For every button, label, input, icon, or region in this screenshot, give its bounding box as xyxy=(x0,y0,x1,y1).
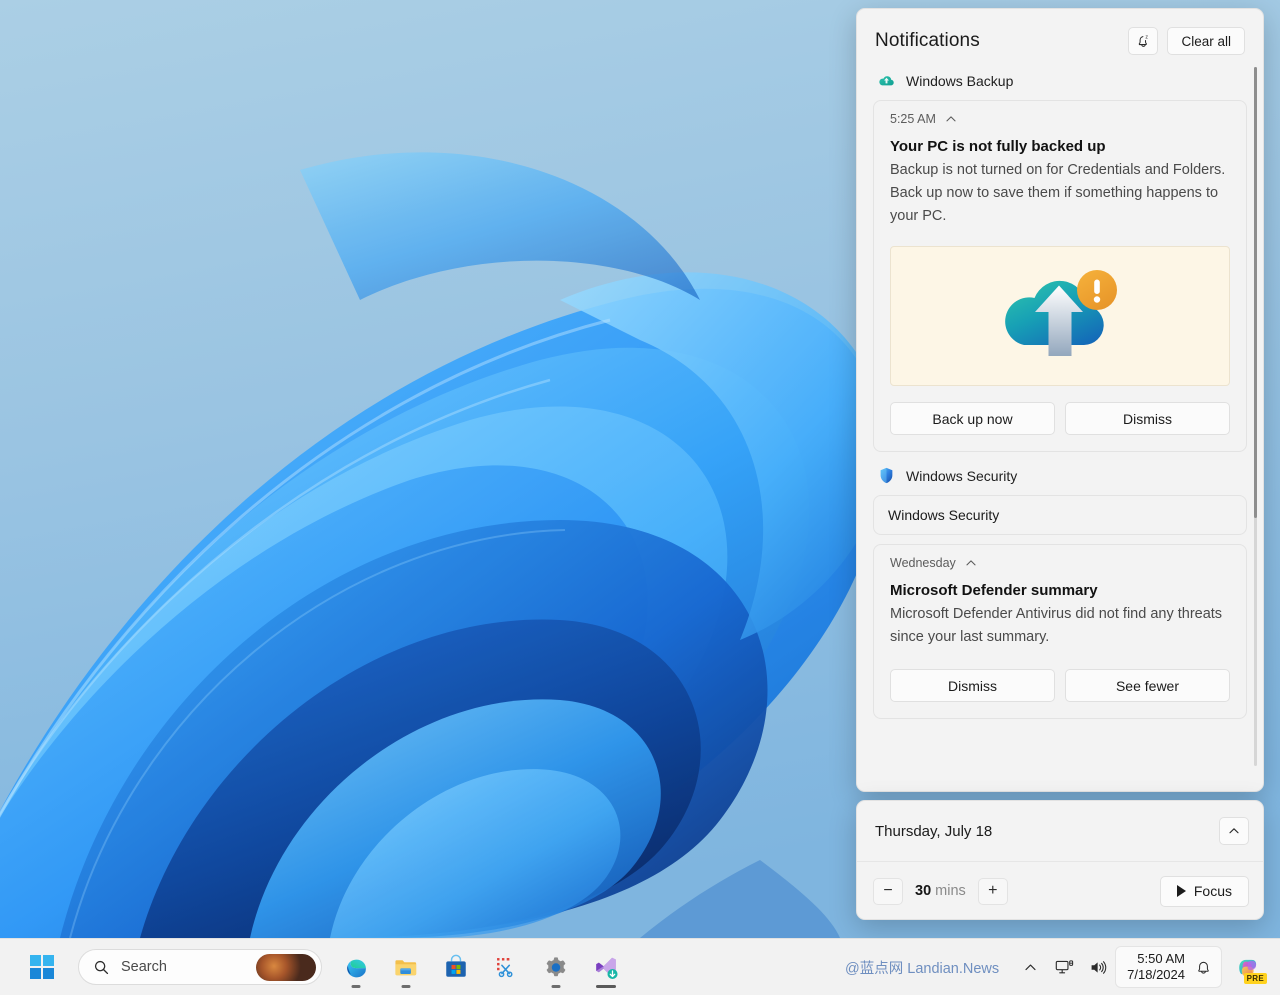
app-group-label: Windows Security xyxy=(906,468,1017,484)
dismiss-button[interactable]: Dismiss xyxy=(1065,402,1230,435)
notification-title: Microsoft Defender summary xyxy=(890,580,1230,602)
calendar-focus-panel: Thursday, July 18 − 30 mins + Focus xyxy=(856,800,1264,920)
notification-meta: Wednesday xyxy=(874,545,1246,572)
chevron-up-icon xyxy=(1023,960,1038,975)
speaker-icon xyxy=(1088,958,1109,977)
taskbar-app-visual-studio[interactable] xyxy=(584,945,628,989)
search-input[interactable]: Search xyxy=(78,949,322,985)
clock-time: 5:50 AM xyxy=(1137,951,1185,967)
notification-scrollbar-thumb[interactable] xyxy=(1254,67,1257,518)
taskbar-active-indicator xyxy=(596,985,616,988)
windows-logo-icon xyxy=(30,955,55,980)
notification-card-security-plain[interactable]: Windows Security xyxy=(873,495,1247,535)
show-hidden-icons-button[interactable] xyxy=(1013,947,1047,987)
focus-increase-button[interactable]: + xyxy=(978,878,1008,905)
notification-text: Backup is not turned on for Credentials … xyxy=(890,159,1230,228)
app-group-header-windows-backup: Windows Backup xyxy=(873,63,1247,100)
bell-snooze-icon: z xyxy=(1135,33,1152,50)
copilot-preview-badge: PRE xyxy=(1244,973,1267,984)
see-fewer-button[interactable]: See fewer xyxy=(1065,669,1230,702)
visual-studio-icon xyxy=(593,954,619,980)
bing-daily-image-thumbnail[interactable] xyxy=(256,954,316,981)
focus-duration-unit: mins xyxy=(935,883,966,899)
bell-icon xyxy=(1195,959,1212,976)
cloud-upload-warning-illustration xyxy=(985,257,1135,375)
clear-all-button[interactable]: Clear all xyxy=(1167,27,1245,55)
focus-duration-stepper: − 30 mins + xyxy=(873,878,1008,905)
dismiss-button[interactable]: Dismiss xyxy=(890,669,1055,702)
calendar-collapse-button[interactable] xyxy=(1219,817,1249,845)
focus-button-label: Focus xyxy=(1194,883,1232,899)
settings-gear-icon xyxy=(543,954,569,980)
clock-date: 7/18/2024 xyxy=(1127,967,1185,983)
focus-duration-number: 30 xyxy=(915,883,931,899)
notification-actions: Back up now Dismiss xyxy=(874,386,1246,451)
notification-card-defender[interactable]: Wednesday Microsoft Defender summary Mic… xyxy=(873,544,1247,719)
taskbar-running-indicator xyxy=(402,985,411,988)
search-icon xyxy=(93,959,110,976)
taskbar-running-indicator xyxy=(552,985,561,988)
notification-body: Microsoft Defender summary Microsoft Def… xyxy=(874,572,1246,653)
notification-meta: 5:25 AM xyxy=(874,101,1246,128)
notification-text: Microsoft Defender Antivirus did not fin… xyxy=(890,603,1230,649)
taskbar-app-microsoft-store[interactable] xyxy=(434,945,478,989)
notification-center-header-actions: z Clear all xyxy=(1128,27,1245,55)
shield-icon xyxy=(877,466,896,485)
start-focus-session-button[interactable]: Focus xyxy=(1160,876,1249,907)
snipping-tool-icon xyxy=(493,954,519,980)
chevron-up-icon xyxy=(1227,824,1241,838)
volume-button[interactable] xyxy=(1081,947,1115,987)
calendar-date: Thursday, July 18 xyxy=(875,823,992,840)
notification-center-header: Notifications z Clear all xyxy=(857,9,1263,63)
taskbar: Search xyxy=(0,938,1280,995)
taskbar-left: Search xyxy=(0,946,322,988)
play-icon xyxy=(1177,885,1186,897)
notification-card-backup[interactable]: 5:25 AM Your PC is not fully backed up B… xyxy=(873,100,1247,452)
notification-title: Your PC is not fully backed up xyxy=(890,136,1230,158)
taskbar-system-tray: @蓝点网 Landian.News xyxy=(845,945,1280,989)
chevron-up-icon[interactable] xyxy=(944,112,958,126)
focus-decrease-button[interactable]: − xyxy=(873,878,903,905)
back-up-now-button[interactable]: Back up now xyxy=(890,402,1055,435)
focus-duration-value: 30 mins xyxy=(915,883,966,899)
app-group-label: Windows Backup xyxy=(906,73,1013,89)
taskbar-app-microsoft-edge[interactable] xyxy=(334,945,378,989)
watermark-text: @蓝点网 Landian.News xyxy=(845,957,999,978)
copilot-button[interactable]: PRE xyxy=(1226,945,1270,989)
microsoft-store-icon xyxy=(443,954,469,980)
focus-session-row: − 30 mins + Focus xyxy=(857,862,1263,920)
chevron-up-icon[interactable] xyxy=(964,556,978,570)
notification-list-scroll-area[interactable]: Windows Backup 5:25 AM Your PC is not fu… xyxy=(857,63,1263,791)
taskbar-app-file-explorer[interactable] xyxy=(384,945,428,989)
notification-center-panel: Notifications z Clear all xyxy=(856,8,1264,792)
edge-icon xyxy=(343,954,369,980)
taskbar-app-settings[interactable] xyxy=(534,945,578,989)
page-title: Notifications xyxy=(875,30,980,52)
network-icon xyxy=(1054,958,1075,977)
clock-and-notifications-button[interactable]: 5:50 AM 7/18/2024 xyxy=(1115,946,1222,988)
svg-text:z: z xyxy=(1145,34,1148,40)
notification-timestamp: Wednesday xyxy=(890,556,956,570)
taskbar-running-indicator xyxy=(352,985,361,988)
file-explorer-icon xyxy=(393,954,419,980)
cloud-upload-icon xyxy=(877,71,896,90)
calendar-header[interactable]: Thursday, July 18 xyxy=(857,801,1263,862)
notification-actions: Dismiss See fewer xyxy=(874,653,1246,718)
notification-body: Your PC is not fully backed up Backup is… xyxy=(874,128,1246,232)
network-status-button[interactable] xyxy=(1047,947,1081,987)
notification-timestamp: 5:25 AM xyxy=(890,112,936,126)
clock: 5:50 AM 7/18/2024 xyxy=(1127,951,1185,983)
taskbar-apps xyxy=(322,945,628,989)
notification-hero-image xyxy=(890,246,1230,386)
search-placeholder: Search xyxy=(121,959,256,975)
desktop-screen: Notifications z Clear all xyxy=(0,0,1280,995)
taskbar-app-snipping-tool[interactable] xyxy=(484,945,528,989)
app-group-header-windows-security: Windows Security xyxy=(873,452,1247,495)
do-not-disturb-button[interactable]: z xyxy=(1128,27,1158,55)
start-button[interactable] xyxy=(20,946,64,988)
